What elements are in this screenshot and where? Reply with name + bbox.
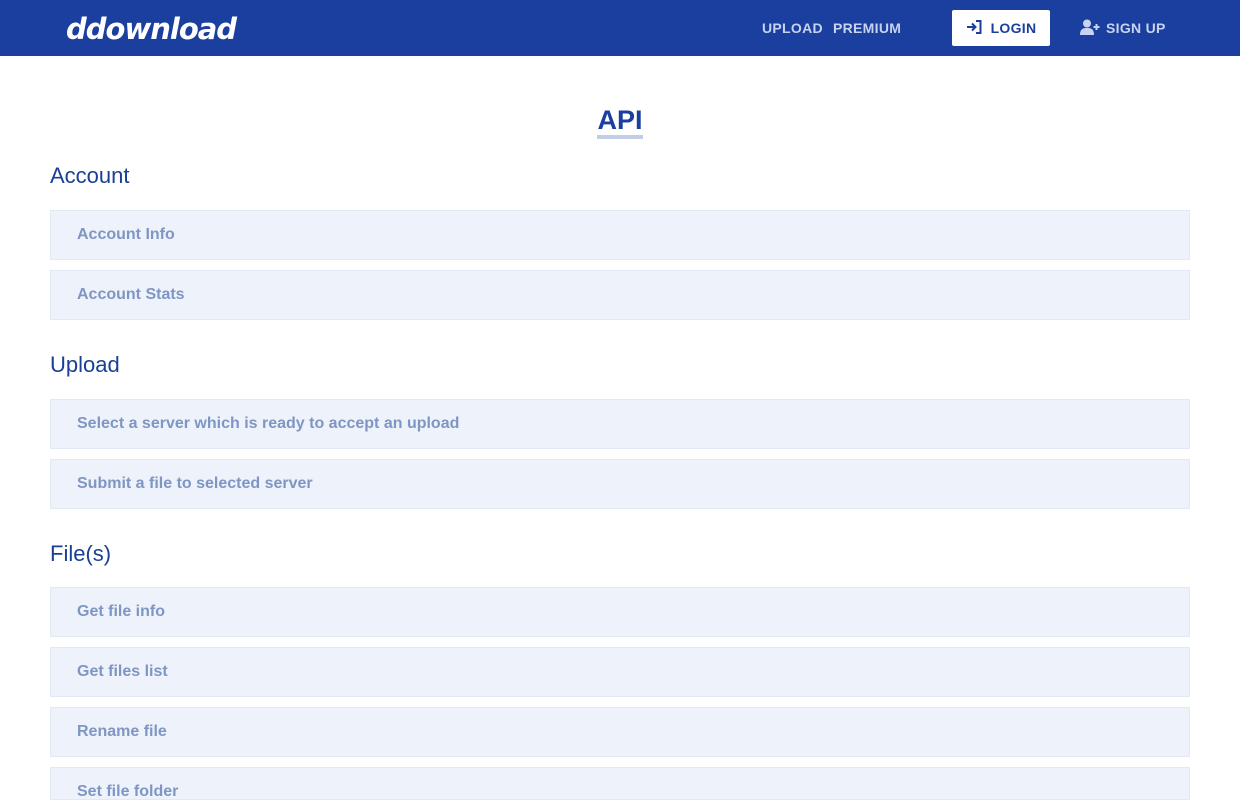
login-button[interactable]: LOGIN bbox=[952, 10, 1050, 46]
api-item-rename-file[interactable]: Rename file bbox=[50, 707, 1190, 757]
section-heading-files: File(s) bbox=[50, 541, 112, 566]
login-label: LOGIN bbox=[990, 20, 1037, 36]
api-item-account-stats[interactable]: Account Stats bbox=[50, 270, 1190, 320]
nav-upload-link[interactable]: UPLOAD bbox=[762, 19, 823, 37]
nav-premium-link[interactable]: PREMIUM bbox=[833, 19, 901, 37]
login-icon bbox=[966, 19, 982, 37]
api-item-account-info[interactable]: Account Info bbox=[50, 210, 1190, 260]
api-item-set-file-folder[interactable]: Set file folder bbox=[50, 767, 1190, 800]
api-item-get-file-info[interactable]: Get file info bbox=[50, 587, 1190, 637]
section-heading-upload: Upload bbox=[50, 352, 120, 377]
api-item-get-files-list[interactable]: Get files list bbox=[50, 647, 1190, 697]
signup-label: SIGN UP bbox=[1106, 20, 1166, 36]
top-navbar: ddownload UPLOAD PREMIUM LOGIN SIGN UP bbox=[0, 0, 1240, 56]
signup-link[interactable]: SIGN UP bbox=[1080, 17, 1166, 39]
page-title: API bbox=[0, 103, 1240, 139]
api-item-select-server[interactable]: Select a server which is ready to accept… bbox=[50, 399, 1190, 449]
user-plus-icon bbox=[1080, 19, 1100, 38]
section-heading-account: Account bbox=[50, 163, 130, 188]
site-logo[interactable]: ddownload bbox=[66, 11, 237, 47]
api-item-submit-file[interactable]: Submit a file to selected server bbox=[50, 459, 1190, 509]
